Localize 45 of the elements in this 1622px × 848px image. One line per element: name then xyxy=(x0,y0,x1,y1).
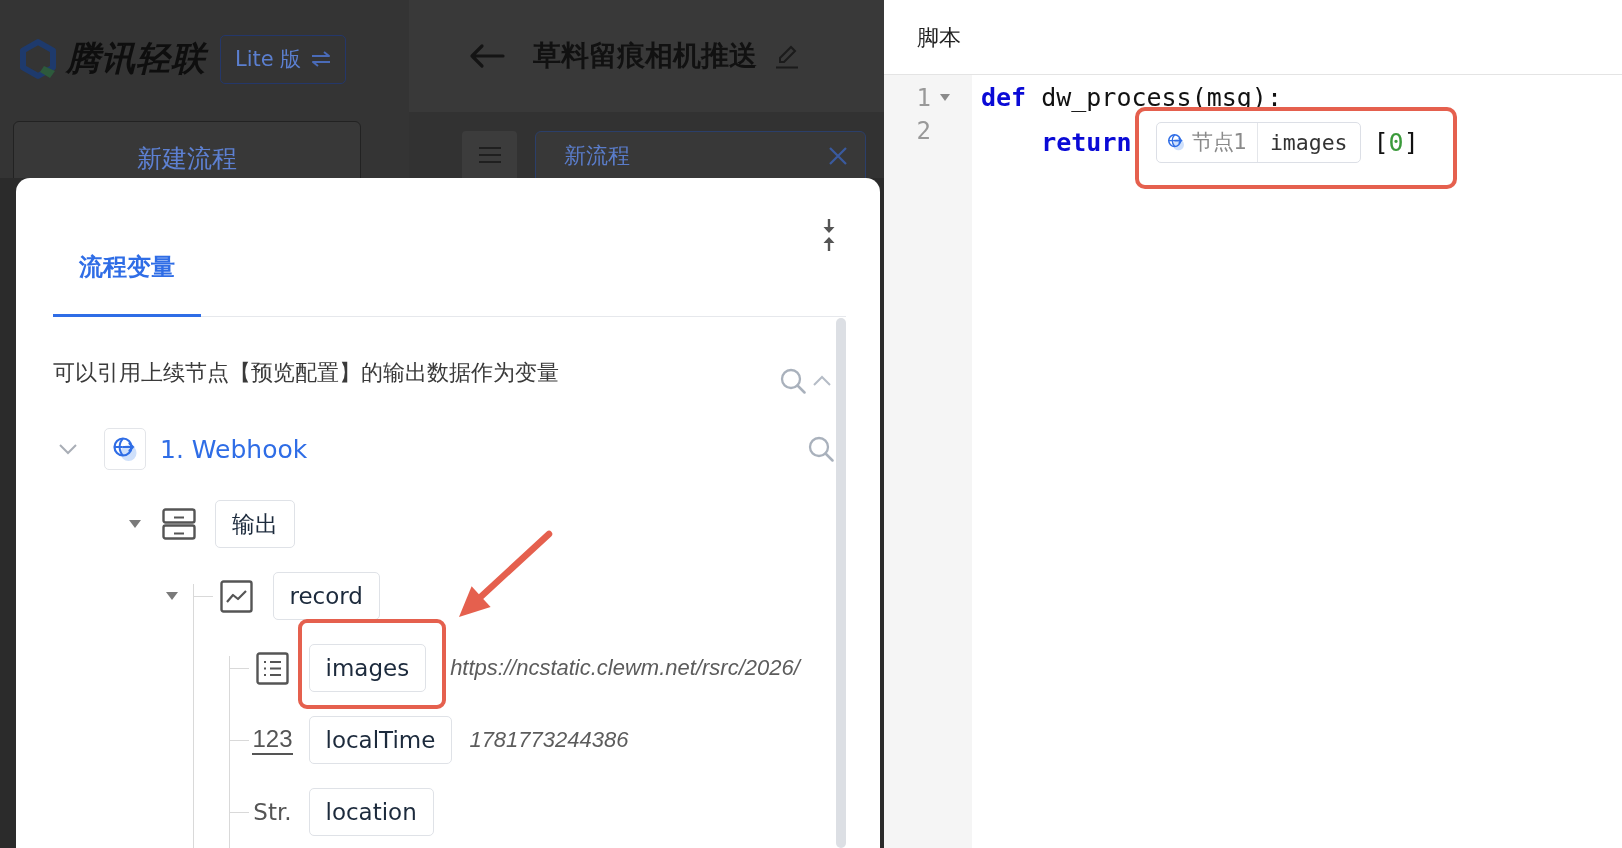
variable-chip[interactable]: images xyxy=(308,644,427,692)
caret-down-icon[interactable] xyxy=(166,592,178,600)
chevron-up-icon[interactable] xyxy=(812,375,832,387)
variables-tab[interactable]: 流程变量 xyxy=(53,250,201,317)
globe-icon xyxy=(1166,133,1185,151)
variable-chip[interactable]: 输出 xyxy=(215,500,295,548)
edit-icon[interactable] xyxy=(775,43,799,69)
code-text: dw_process(msg): xyxy=(1041,83,1282,112)
close-icon[interactable] xyxy=(829,147,847,165)
variable-reference-chip[interactable]: 节点1 images xyxy=(1155,121,1361,163)
line-chart-icon xyxy=(220,579,253,613)
number-type-label: 123 xyxy=(252,725,293,755)
line-number: 2 xyxy=(916,116,931,145)
flow-tab-label: 新流程 xyxy=(564,143,631,169)
list-icon xyxy=(256,651,289,685)
code-number: 0 xyxy=(1388,127,1404,157)
variable-value: https://ncstatic.clewm.net/rsrc/2026/ xyxy=(450,655,800,681)
fold-caret-icon[interactable] xyxy=(940,94,950,101)
drawer-icon xyxy=(162,508,196,540)
string-type-label: Str. xyxy=(253,799,292,825)
swap-icon xyxy=(311,51,332,67)
code-punctuation: ] xyxy=(1403,127,1419,157)
search-icon[interactable] xyxy=(808,436,834,462)
code-punctuation: [ xyxy=(1373,127,1389,157)
variable-value: 1781773244386 xyxy=(469,727,629,753)
chevron-down-icon[interactable] xyxy=(58,443,78,455)
variable-chip[interactable]: localTime xyxy=(308,716,453,764)
globe-icon xyxy=(104,428,146,470)
node-name: 节点1 xyxy=(1191,129,1247,156)
code-keyword: def xyxy=(981,83,1027,112)
variable-chip[interactable]: record xyxy=(272,572,380,620)
code-keyword: return xyxy=(1041,127,1132,157)
node-link[interactable]: 1. Webhook xyxy=(160,434,308,464)
script-title: 脚本 xyxy=(917,23,961,52)
description-text: 可以引用上续节点【预览配置】的输出数据作为变量 xyxy=(53,359,559,387)
variable-chip[interactable]: location xyxy=(308,788,434,836)
back-arrow-icon[interactable] xyxy=(468,43,505,69)
menu-icon xyxy=(477,146,502,164)
line-number: 1 xyxy=(916,83,931,112)
search-icon[interactable] xyxy=(780,368,806,394)
caret-down-icon[interactable] xyxy=(129,520,141,528)
logo-icon xyxy=(19,38,57,80)
scrollbar[interactable] xyxy=(836,318,846,848)
collapse-icon[interactable] xyxy=(822,218,836,252)
field-name: images xyxy=(1268,129,1349,155)
